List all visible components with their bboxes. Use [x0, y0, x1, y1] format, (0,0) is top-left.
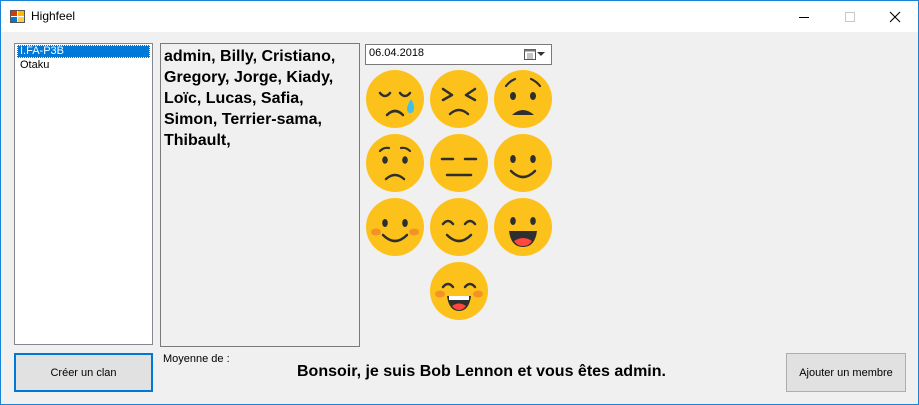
minimize-icon: [799, 16, 809, 18]
happy-smile-face-icon[interactable]: [429, 197, 489, 257]
slight-smile-face-icon[interactable]: [493, 133, 553, 193]
title-bar[interactable]: Highfeel: [1, 1, 918, 32]
laughing-blushing-face-icon[interactable]: [429, 261, 489, 321]
maximize-button[interactable]: [827, 1, 873, 32]
maximize-icon: [845, 11, 855, 22]
calendar-dropdown-button[interactable]: [519, 46, 549, 62]
open-mouth-grin-face-icon[interactable]: [493, 197, 553, 257]
add-member-button[interactable]: Ajouter un membre: [786, 353, 906, 392]
members-panel: admin, Billy, Cristiano, Gregory, Jorge,…: [160, 43, 360, 347]
clan-list-item[interactable]: Otaku: [17, 59, 150, 72]
close-icon: [889, 11, 901, 22]
crying-face-icon[interactable]: [365, 69, 425, 129]
frowning-face-icon[interactable]: [365, 133, 425, 193]
clan-listbox[interactable]: I.FA-P3B Otaku: [14, 43, 153, 345]
app-icon: [10, 9, 26, 25]
greeting-text: Bonsoir, je suis Bob Lennon et vous êtes…: [297, 363, 666, 380]
main-window: Highfeel I.FA-P3B Otaku admin, Billy, Cr…: [0, 0, 919, 405]
members-list-text: admin, Billy, Cristiano, Gregory, Jorge,…: [164, 48, 336, 149]
average-label: Moyenne de :: [163, 353, 230, 365]
clan-list-item[interactable]: I.FA-P3B: [17, 45, 150, 58]
window-title: Highfeel: [31, 9, 76, 23]
tightly-closed-eyes-face-icon[interactable]: [429, 69, 489, 129]
neutral-face-icon[interactable]: [429, 133, 489, 193]
minimize-button[interactable]: [781, 1, 827, 32]
date-picker[interactable]: 06.04.2018: [365, 44, 552, 65]
chevron-down-icon: [536, 52, 545, 56]
date-value[interactable]: 06.04.2018: [369, 47, 424, 59]
calendar-icon: [523, 49, 536, 60]
close-button[interactable]: [872, 1, 918, 32]
blushing-smile-face-icon[interactable]: [365, 197, 425, 257]
worried-face-icon[interactable]: [493, 69, 553, 129]
create-clan-button[interactable]: Créer un clan: [14, 353, 153, 392]
